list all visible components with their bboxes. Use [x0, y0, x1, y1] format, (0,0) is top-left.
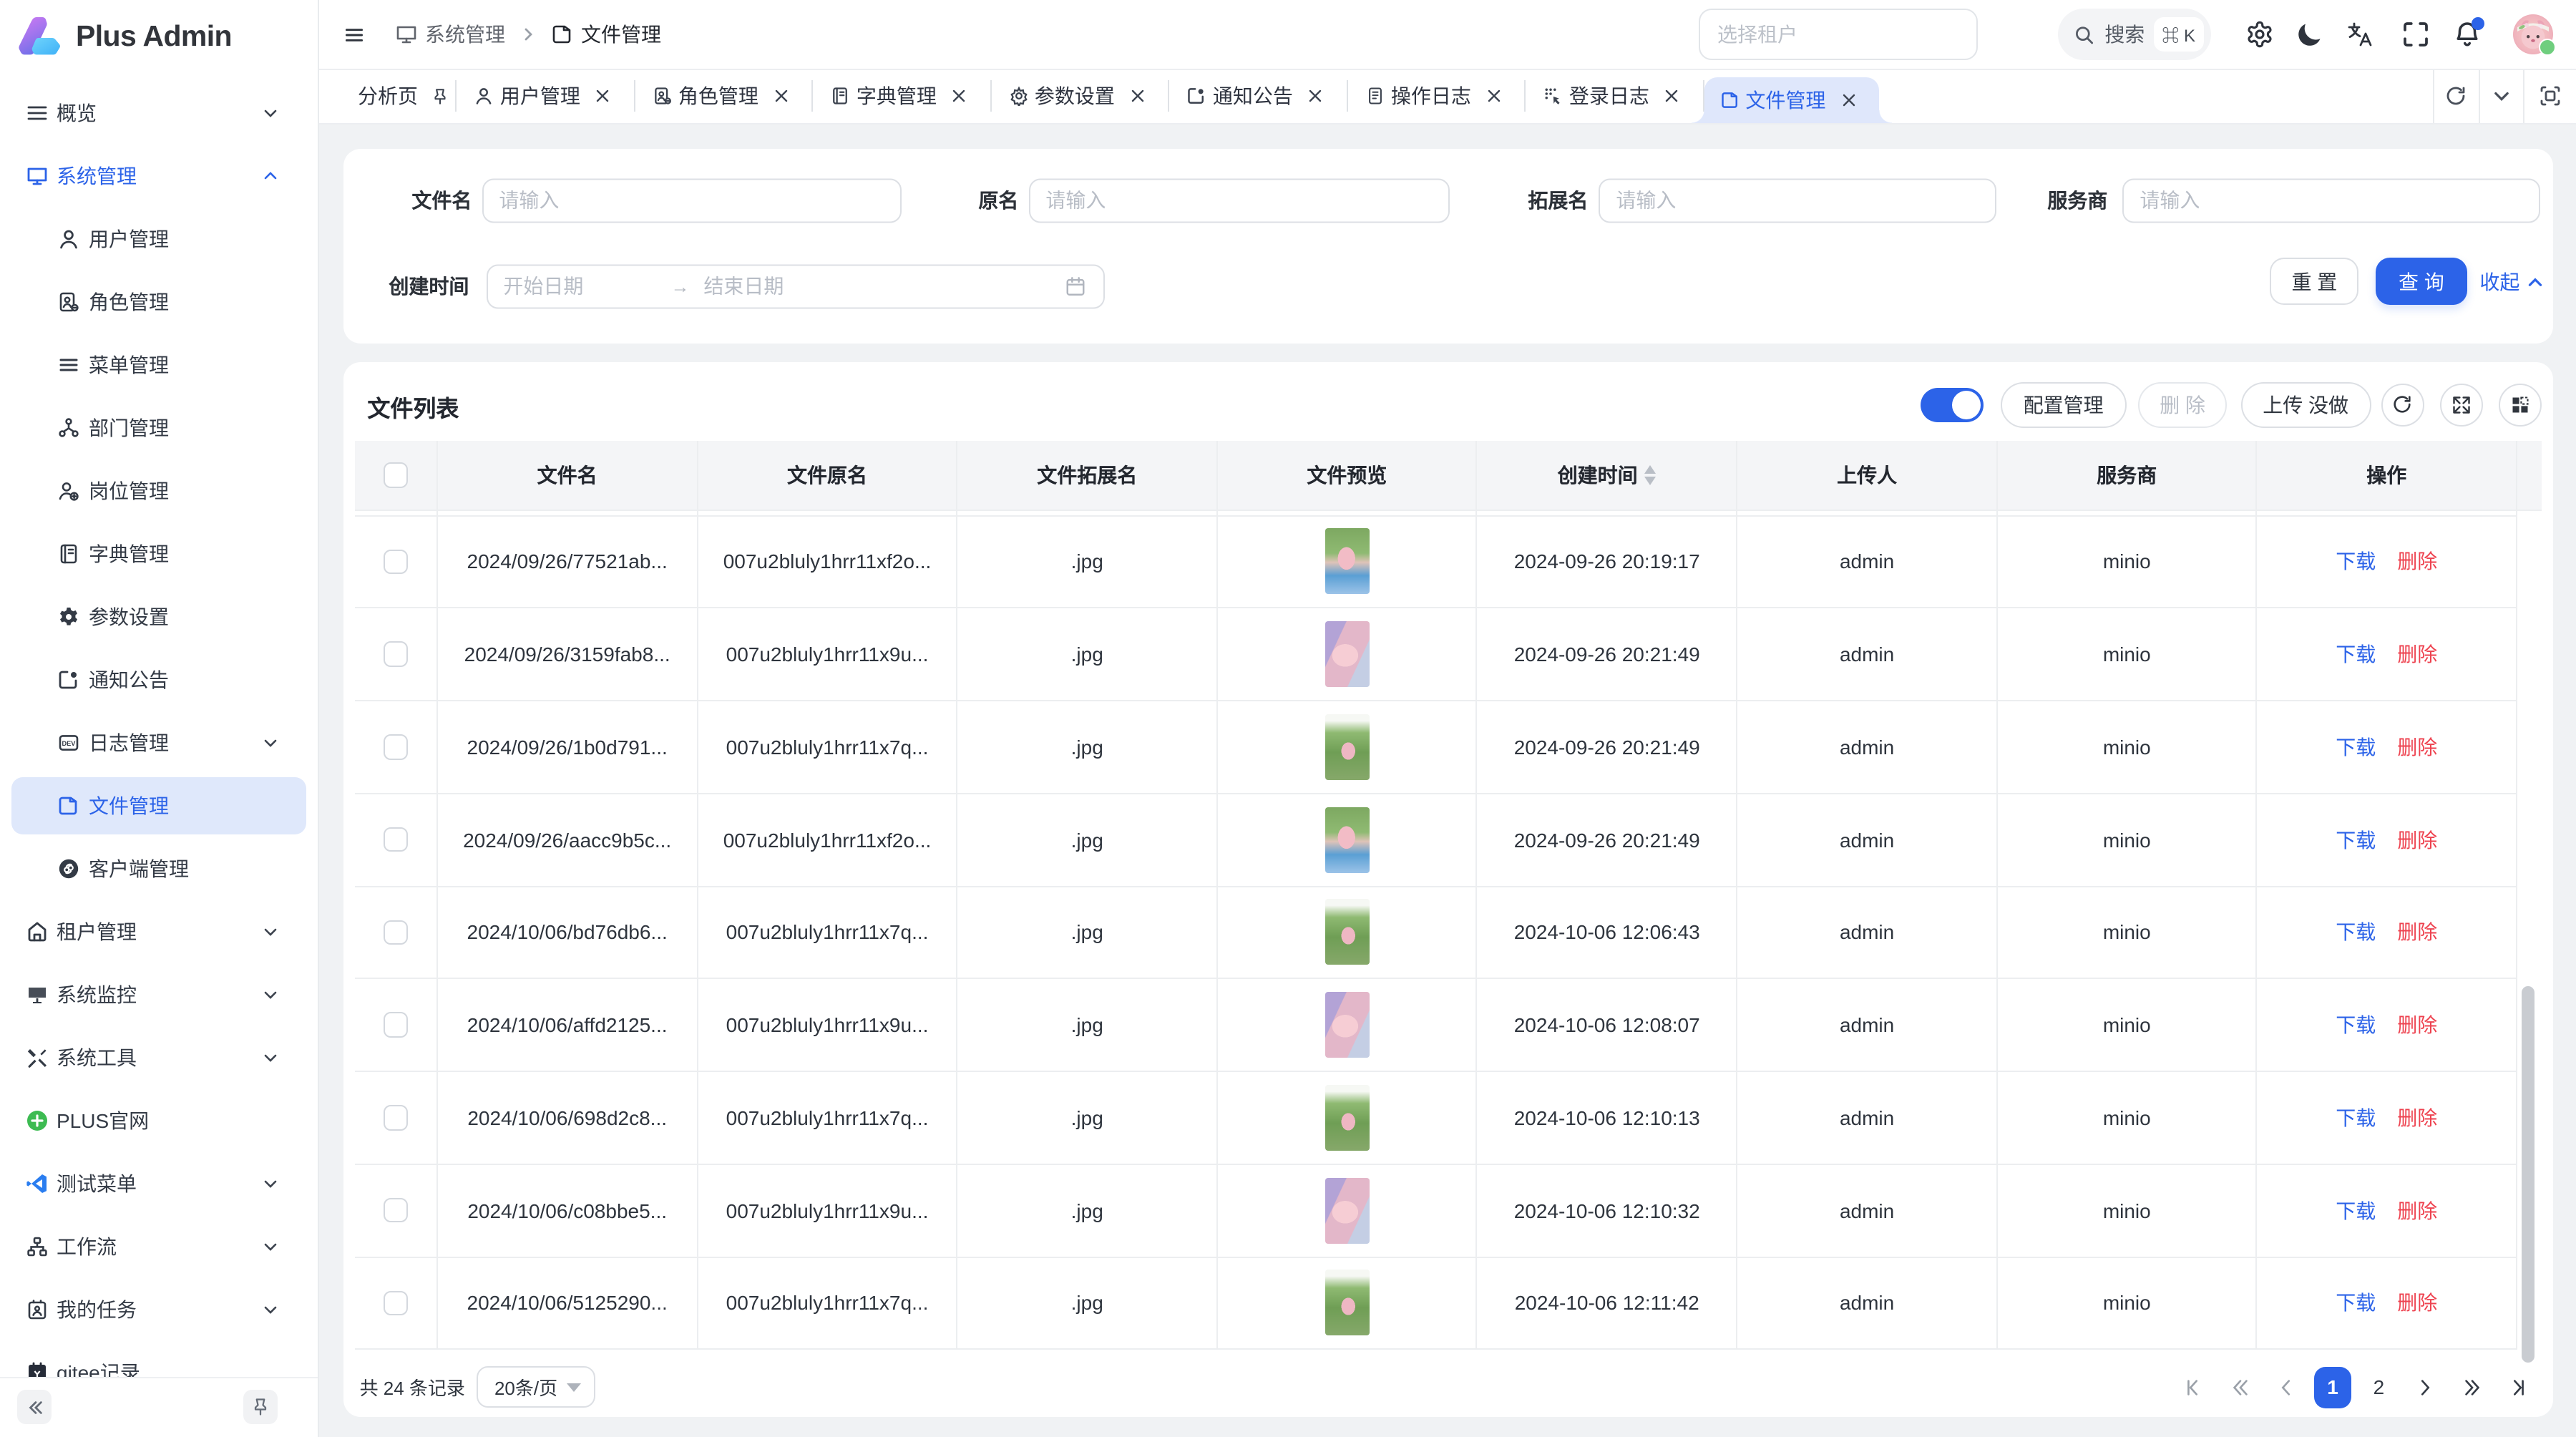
svg-text:DEV: DEV: [62, 740, 77, 747]
